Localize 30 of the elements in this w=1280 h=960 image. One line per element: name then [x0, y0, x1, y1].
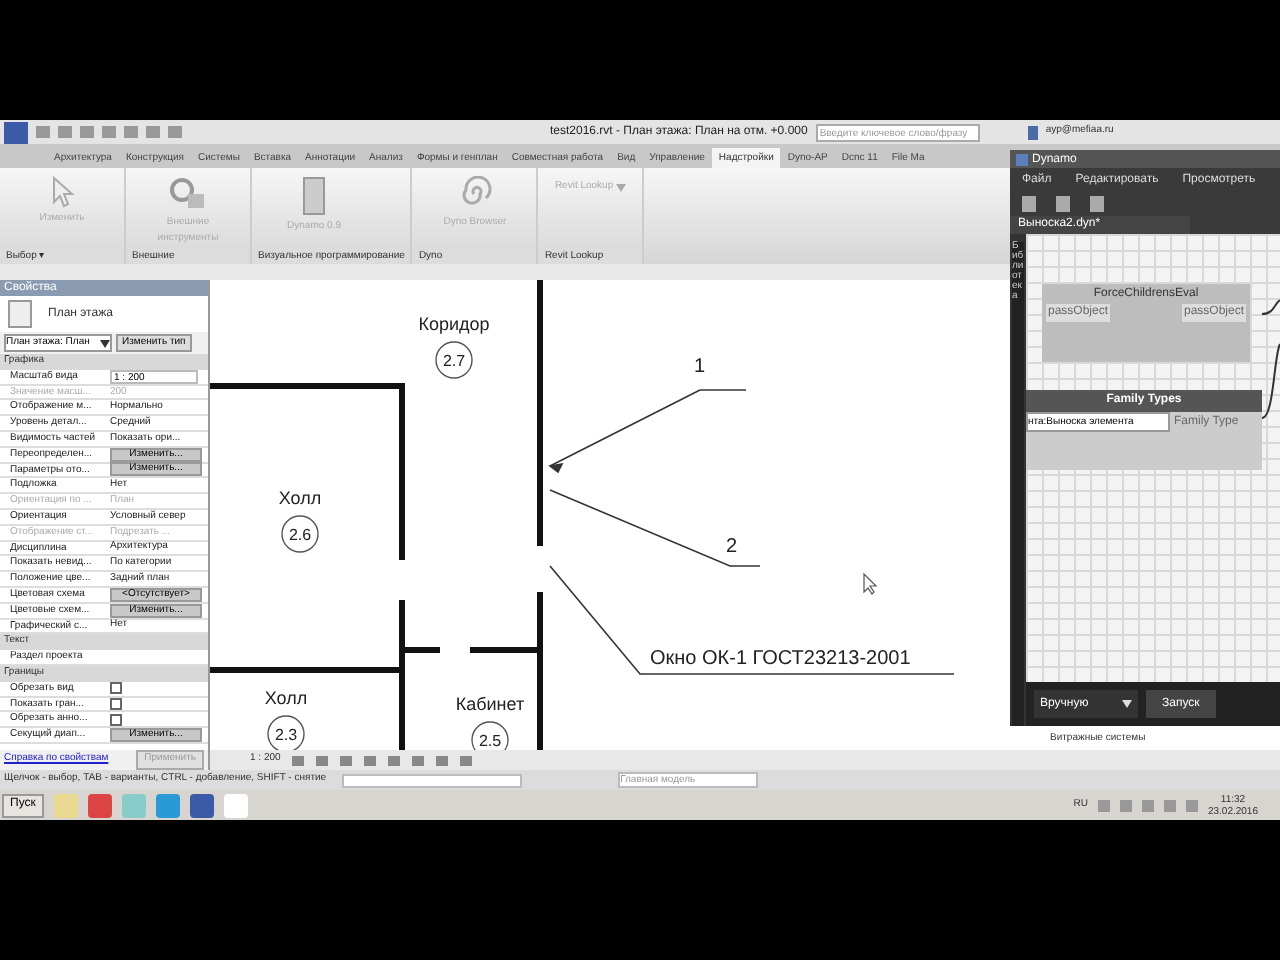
caret-icon [615, 184, 626, 192]
room-number: 2.6 [288, 526, 312, 544]
workset-field[interactable] [342, 773, 523, 787]
room-tag-circle [435, 341, 473, 379]
toolbar-file-icon[interactable] [1056, 196, 1070, 212]
leader-label: 2 [726, 536, 738, 558]
cursor-icon [48, 176, 76, 208]
checkbox[interactable] [110, 713, 122, 726]
toolbar-file-icon[interactable] [1090, 196, 1104, 212]
dynamo-logo-icon [1016, 153, 1028, 165]
room-number: 2.7 [442, 352, 466, 370]
caret-icon [100, 339, 110, 347]
app-logo-icon[interactable] [4, 121, 28, 143]
room-name: Коридор [418, 314, 490, 334]
room-number: 2.3 [274, 726, 298, 744]
room-name: Холл [264, 688, 308, 708]
room-name: Кабинет [455, 694, 525, 714]
toolbar-file-icon[interactable] [1022, 196, 1036, 212]
mouse-cursor-icon [863, 572, 878, 595]
floor-plan-icon [8, 300, 32, 328]
room-name: Холл [278, 488, 322, 508]
document-icon [300, 176, 328, 216]
user-icon [1027, 125, 1038, 139]
room-tag-circle [281, 515, 319, 553]
checkbox[interactable] [110, 682, 122, 695]
room-number: 2.5 [478, 732, 502, 750]
window-tag-label: Окно ОК-1 ГОСТ23213-2001 [650, 648, 911, 670]
leader-label: 1 [694, 356, 706, 378]
caret-icon [1122, 700, 1132, 708]
tools-icon [168, 176, 208, 212]
